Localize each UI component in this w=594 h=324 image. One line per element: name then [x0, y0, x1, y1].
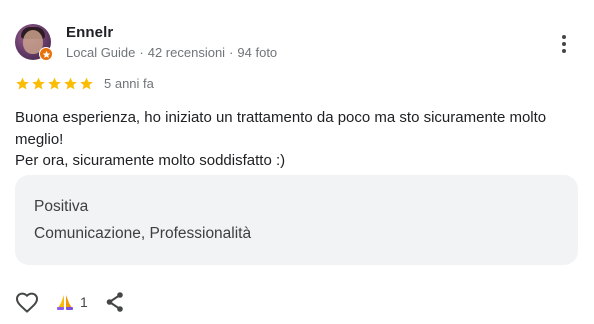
like-button[interactable]	[15, 290, 39, 314]
local-guide-badge-icon	[39, 47, 53, 61]
thanks-group[interactable]: 1	[55, 292, 88, 312]
star-icon	[48, 77, 61, 89]
reviewer-meta: Local Guide · 42 recensioni · 94 foto	[66, 45, 277, 60]
heart-icon	[15, 292, 39, 313]
sentiment-box: Positiva Comunicazione, Professionalità	[15, 175, 578, 265]
reviewer-name[interactable]: Ennelr	[66, 24, 113, 41]
more-vert-icon-dot	[562, 49, 566, 53]
more-options-button[interactable]	[552, 30, 576, 58]
share-button[interactable]	[104, 290, 126, 314]
sentiment-label: Positiva	[34, 198, 89, 215]
more-vert-icon-dot	[562, 42, 566, 46]
avatar[interactable]	[15, 24, 53, 61]
rating-row: 5 anni fa	[15, 74, 154, 92]
review-count: 42 recensioni	[147, 45, 226, 60]
star-icon	[80, 77, 93, 89]
review-text: Buona esperienza, ho iniziato un trattam…	[15, 107, 575, 172]
sentiment-topics: Comunicazione, Professionalità	[34, 225, 252, 242]
review-actions: 1	[15, 289, 126, 315]
meta-separator: ·	[139, 45, 144, 60]
thanks-count: 1	[80, 294, 88, 310]
review-card: Ennelr Local Guide · 42 recensioni · 94 foto…	[0, 0, 594, 324]
local-guide-label: Local Guide	[66, 45, 136, 60]
review-time: 5 anni fa	[104, 75, 154, 91]
thanks-icon	[55, 292, 75, 312]
star-icon	[32, 77, 45, 89]
star-icon	[16, 77, 29, 89]
review-text-line: Per ora, sicuramente molto soddisfatto :…	[15, 152, 286, 169]
review-text-line: Buona esperienza, ho iniziato un trattam…	[15, 109, 547, 148]
star-icon	[64, 77, 77, 89]
star-rating	[15, 76, 94, 91]
photo-count: 94 foto	[237, 45, 278, 60]
more-vert-icon	[562, 35, 566, 39]
meta-separator: ·	[229, 45, 234, 60]
share-icon	[106, 292, 123, 312]
